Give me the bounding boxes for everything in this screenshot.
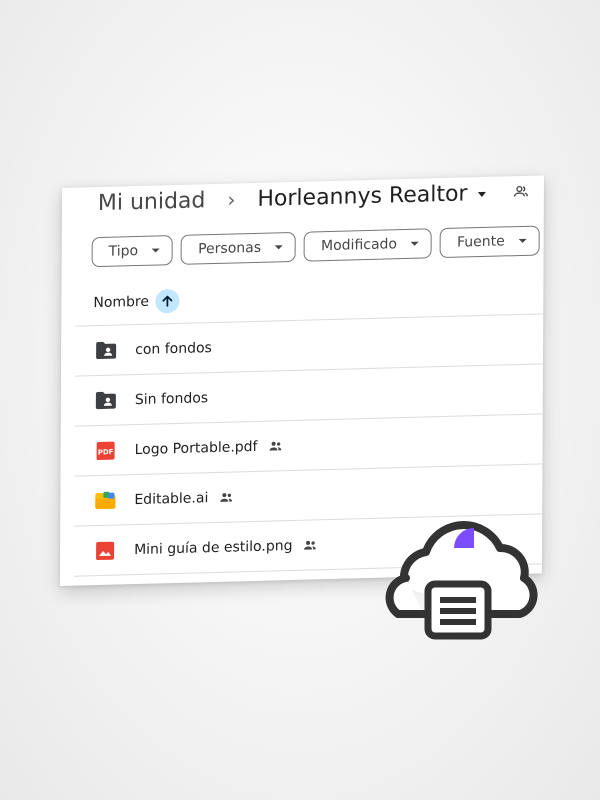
shared-folder-icon xyxy=(95,339,117,362)
arrow-up-icon xyxy=(162,295,172,307)
chevron-down-icon xyxy=(275,245,284,250)
shared-people-icon xyxy=(269,441,282,451)
breadcrumb-root[interactable]: Mi unidad xyxy=(98,188,206,216)
filter-type-chip[interactable]: Tipo xyxy=(91,235,174,268)
filter-source-chip[interactable]: Fuente xyxy=(439,225,540,259)
svg-text:PDF: PDF xyxy=(98,448,114,456)
filter-people-chip[interactable]: Personas xyxy=(181,231,297,265)
file-name: Mini guía de estilo.png xyxy=(134,537,293,558)
folder-menu-caret-icon[interactable] xyxy=(477,191,486,197)
cloud-document-icon xyxy=(385,521,538,640)
sort-header: Nombre xyxy=(93,288,180,315)
pdf-file-icon: PDF xyxy=(95,439,117,462)
file-name: Sin fondos xyxy=(134,389,209,408)
breadcrumb-separator: › xyxy=(227,187,236,212)
shared-folder-icon xyxy=(95,389,117,412)
chevron-down-icon xyxy=(411,241,420,246)
filter-source-label: Fuente xyxy=(456,233,505,251)
sort-column-name[interactable]: Nombre xyxy=(93,294,149,311)
breadcrumb: Mi unidad › Horleannys Realtor xyxy=(98,174,530,221)
breadcrumb-current-folder[interactable]: Horleannys Realtor xyxy=(257,181,467,212)
ai-folder-icon xyxy=(94,489,116,512)
filter-chips: Tipo Personas Modificado Fuente xyxy=(91,225,540,268)
chevron-down-icon xyxy=(518,238,527,244)
chevron-down-icon xyxy=(152,248,161,253)
image-file-icon xyxy=(94,539,116,562)
filter-type-label: Tipo xyxy=(108,243,139,260)
filter-modified-label: Modificado xyxy=(321,236,398,255)
sort-direction-button[interactable] xyxy=(154,288,180,314)
filter-people-label: Personas xyxy=(198,239,262,258)
shared-people-icon xyxy=(220,492,233,502)
shared-people-icon xyxy=(304,540,317,550)
file-name: Editable.ai xyxy=(134,489,209,508)
file-name: Logo Portable.pdf xyxy=(134,438,258,458)
file-name: con fondos xyxy=(135,339,212,358)
filter-modified-chip[interactable]: Modificado xyxy=(303,228,433,262)
manage-access-icon[interactable] xyxy=(511,183,529,201)
